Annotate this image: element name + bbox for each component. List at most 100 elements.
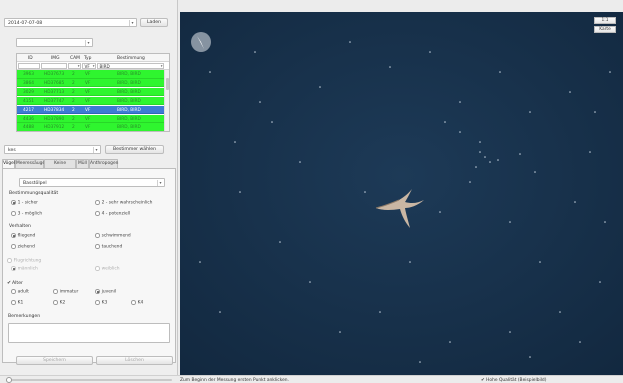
behavior-option-fliegend[interactable]: fliegend — [11, 233, 35, 239]
age-option-k1[interactable]: K1 — [11, 300, 23, 306]
chevron-down-icon: ▾ — [92, 64, 95, 69]
tab-muell[interactable]: Müll — [76, 159, 89, 168]
water-glint — [319, 86, 321, 88]
load-button[interactable]: Laden — [140, 18, 168, 27]
table-row[interactable]: 3029 HD37713 2 VF BIRD, BIRD — [17, 87, 165, 97]
table-row[interactable]: 3963 HD37673 2 VF BIRD, BIRD — [17, 70, 165, 79]
water-glint — [519, 153, 521, 155]
secondary-select[interactable]: ▾ — [16, 38, 93, 47]
behavior-option-tauchend[interactable]: tauchend — [95, 244, 122, 250]
filter-cam[interactable]: ▾ — [68, 63, 81, 69]
table-scrollbar[interactable] — [164, 70, 169, 131]
column-header-typ[interactable]: Typ — [84, 56, 91, 61]
date-select-value: 2014-07-07-08 — [8, 20, 43, 26]
table-cell-id: 4217 — [23, 107, 34, 113]
map-button[interactable]: Karte — [594, 26, 616, 33]
quality-heading: Bestimmungsqualität — [9, 191, 59, 196]
water-glint — [444, 121, 446, 123]
sighting-table[interactable]: ID IMG CAM Typ Bestimmung ▾ VF ▾ BIRD ▾ 39… — [16, 53, 170, 132]
radio-icon — [95, 300, 100, 305]
radio-icon — [11, 300, 16, 305]
table-row[interactable]: 4217 HD37834 2 VF BIRD, BIRD — [17, 105, 165, 115]
water-glint — [234, 141, 236, 143]
radio-icon — [95, 266, 100, 271]
sex-option-maennlich[interactable]: männlich — [11, 266, 38, 272]
table-cell-bestimmung: BIRD, BIRD — [117, 89, 141, 95]
behavior-option-schwimmend[interactable]: schwimmend — [95, 233, 131, 239]
table-row[interactable]: 4151 HD37747 2 VF BIRD, BIRD — [17, 96, 165, 106]
chevron-down-icon: ▾ — [157, 180, 163, 186]
age-option-juvenil[interactable]: juvenil — [95, 289, 116, 295]
behavior-option-ziehend[interactable]: ziehend — [11, 244, 35, 250]
radio-icon — [11, 233, 16, 238]
water-glint — [389, 66, 391, 68]
aerial-image — [180, 12, 623, 375]
filter-img[interactable] — [41, 63, 67, 69]
table-cell-typ: VF — [85, 125, 91, 131]
water-glint — [439, 211, 441, 213]
remarks-textarea[interactable] — [8, 323, 170, 343]
quality-option-3[interactable]: 3 - möglich — [11, 211, 42, 217]
compass-icon — [191, 32, 211, 52]
water-glint — [484, 156, 486, 158]
zoom-slider[interactable] — [6, 378, 172, 381]
table-cell-id: 4488 — [23, 125, 34, 131]
table-cell-img: HD37685 — [44, 80, 65, 86]
column-header-bestimmung[interactable]: Bestimmung — [117, 56, 145, 61]
table-row[interactable]: 3864 HD37685 2 VF BIRD, BIRD — [17, 78, 165, 88]
identifier-select[interactable]: kes ▾ — [4, 145, 101, 154]
status-message: Zum Beginn der Messung ersten Punkt ankl… — [180, 377, 289, 383]
tab-anthropogen[interactable]: Anthropogen — [89, 159, 118, 168]
high-quality-checkbox[interactable]: ✔ Hohe Qualität (Beispielbild) — [481, 378, 546, 383]
column-header-cam[interactable]: CAM — [70, 56, 80, 61]
column-header-img[interactable]: IMG — [51, 56, 60, 61]
save-button[interactable]: Speichern — [16, 356, 93, 365]
water-glint — [539, 261, 541, 263]
quality-option-1[interactable]: 1 - sicher — [11, 200, 38, 206]
flight-direction-toggle[interactable]: Flugrichtung — [7, 258, 41, 264]
quality-option-4[interactable]: 4 - potenziell — [95, 211, 130, 217]
table-cell-bestimmung: BIRD, BIRD — [117, 80, 141, 86]
age-option-k4[interactable]: K4 — [131, 300, 143, 306]
radio-icon — [11, 266, 16, 271]
water-glint — [489, 161, 491, 163]
table-row[interactable]: 4488 HD37912 2 VF BIRD, BIRD — [17, 123, 165, 131]
water-glint — [254, 51, 256, 53]
tab-keine-sichtung[interactable]: Keine Sichtung — [44, 159, 76, 174]
zoom-slider-handle[interactable] — [6, 376, 12, 383]
sex-option-weiblich[interactable]: weiblich — [95, 266, 120, 272]
tab-voegel[interactable]: Vögel — [2, 159, 15, 168]
water-glint — [559, 311, 561, 313]
table-cell-typ: VF — [85, 107, 91, 113]
filter-bestimmung[interactable]: BIRD ▾ — [97, 63, 164, 69]
water-glint — [239, 191, 241, 193]
age-option-adult[interactable]: adult — [11, 289, 29, 295]
delete-button[interactable]: Löschen — [96, 356, 173, 365]
radio-icon — [95, 244, 100, 249]
radio-icon — [95, 200, 100, 205]
date-select[interactable]: 2014-07-07-08 ▾ — [4, 18, 137, 27]
age-option-k2[interactable]: K2 — [53, 300, 65, 306]
filter-typ[interactable]: VF ▾ — [82, 63, 96, 69]
radio-icon — [11, 200, 16, 205]
zoom-1-1-button[interactable]: 1:1 — [594, 17, 616, 24]
water-glint — [339, 331, 341, 333]
radio-icon — [95, 233, 100, 238]
radio-icon — [95, 211, 100, 216]
tab-meeressaeuger[interactable]: Meeressäuger — [15, 159, 47, 168]
column-header-id[interactable]: ID — [28, 56, 33, 61]
species-select[interactable]: Basstölpel ▾ — [19, 178, 165, 187]
quality-option-2[interactable]: 2 - sehr wahrscheinlich — [95, 200, 152, 206]
table-cell-id: 4436 — [23, 116, 34, 122]
age-option-immatur[interactable]: immatur — [53, 289, 78, 295]
age-checkbox[interactable]: ✔Alter — [7, 280, 23, 286]
table-cell-typ: VF — [85, 116, 91, 122]
aerial-image-view[interactable]: 1:1 Karte — [180, 12, 623, 375]
age-option-k3[interactable]: K3 — [95, 300, 107, 306]
table-cell-cam: 2 — [72, 80, 75, 86]
table-cell-bestimmung: BIRD, BIRD — [117, 125, 141, 131]
scrollbar-thumb[interactable] — [165, 78, 169, 90]
filter-id[interactable] — [18, 63, 40, 69]
choose-identifier-button[interactable]: Bestimmer wählen — [105, 145, 164, 154]
table-row[interactable]: 4436 HD37890 2 VF BIRD, BIRD — [17, 114, 165, 124]
